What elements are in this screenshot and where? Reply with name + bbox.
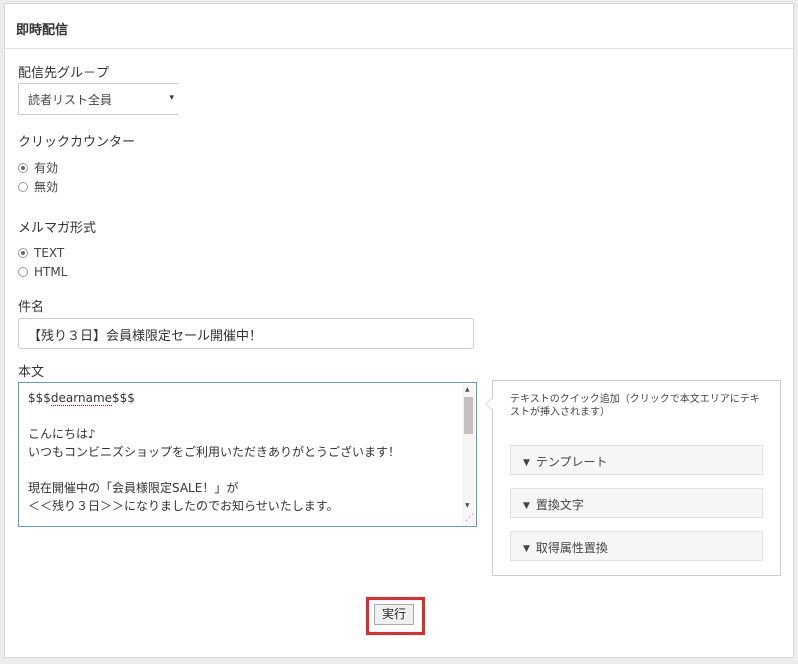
subject-input[interactable]: 【残り３日】会員様限定セール開催中！ [18, 318, 474, 349]
body-placeholder-suffix: $$$ [112, 391, 135, 405]
click-counter-option-enabled[interactable]: 有効 [18, 159, 58, 175]
radio-checked-icon [18, 162, 28, 173]
click-counter-option-disabled[interactable]: 無効 [18, 178, 58, 194]
body-placeholder-name: dearname [50, 391, 113, 406]
body-line: いつもコンビニズショップをご利用いただきありがとうございます！ [28, 445, 401, 459]
body-line: $$$dearname$$$ [28, 389, 456, 407]
caret-down-icon: ▼ [523, 501, 530, 511]
radio-checked-icon [18, 247, 28, 258]
body-label: 本文 [18, 365, 45, 380]
format-option-html[interactable]: HTML [18, 265, 67, 281]
chevron-down-icon: ▾ [169, 93, 174, 103]
accordion-template[interactable]: ▼ テンプレート [510, 445, 763, 475]
accordion-label: 置換文字 [535, 498, 584, 512]
accordion-replace-text[interactable]: ▼ 置換文字 [510, 488, 763, 518]
page-title: 即時配信 [5, 4, 793, 49]
quick-add-panel: テキストのクイック追加（クリックで本文エリアにテキストが挿入されます） ▼ テンプ… [485, 380, 781, 576]
accordion-label: テンプレート [535, 455, 608, 469]
caret-down-icon: ▼ [523, 458, 530, 468]
format-label: メルマガ形式 [18, 221, 97, 236]
body-line: 現在開催中の「会員様限定SALE！」が [28, 481, 239, 495]
body-textarea[interactable]: $$$dearname$$$ こんにちは♪ いつもコンビニズショップをご利用いた… [18, 382, 477, 527]
format-option-label: TEXT [34, 246, 65, 260]
accordion-label: 取得属性置換 [535, 541, 608, 555]
scroll-up-icon[interactable]: ▲ [465, 385, 470, 394]
click-counter-label: クリックカウンター [18, 135, 136, 150]
group-select-value: 読者リスト全員 [28, 93, 113, 107]
format-option-text[interactable]: TEXT [18, 246, 64, 262]
scroll-down-icon[interactable]: ▼ [465, 501, 470, 510]
body-scrollbar[interactable]: ▲ ▼ [462, 384, 475, 525]
caret-down-icon: ▼ [523, 544, 530, 554]
resize-handle-icon[interactable]: ⋰ [465, 512, 474, 526]
scrollbar-thumb[interactable] [464, 397, 473, 434]
group-label: 配信先グル－プ [18, 66, 110, 81]
radio-unchecked-icon [18, 181, 28, 192]
body-line [28, 407, 456, 425]
quick-add-title: テキストのクイック追加（クリックで本文エリアにテキストが挿入されます） [510, 394, 760, 418]
body-line: こんにちは♪ [28, 427, 96, 441]
click-counter-option-label: 無効 [34, 180, 59, 194]
subject-label: 件名 [18, 300, 45, 315]
run-button[interactable]: 実行 [374, 604, 414, 625]
body-line: ＜＜残り３日＞＞になりましたのでお知らせいたします。 [28, 499, 339, 513]
body-placeholder-prefix: $$$ [28, 391, 51, 405]
click-counter-option-label: 有効 [34, 161, 59, 175]
delivery-panel: 即時配信 配信先グル－プ 読者リスト全員 ▾ クリックカウンター 有効 無効 メ… [4, 3, 794, 658]
accordion-attribute-replace[interactable]: ▼ 取得属性置換 [510, 531, 763, 561]
format-option-label: HTML [34, 265, 68, 279]
group-select[interactable]: 読者リスト全員 ▾ [18, 83, 178, 115]
body-line [28, 461, 456, 479]
radio-unchecked-icon [18, 266, 28, 277]
